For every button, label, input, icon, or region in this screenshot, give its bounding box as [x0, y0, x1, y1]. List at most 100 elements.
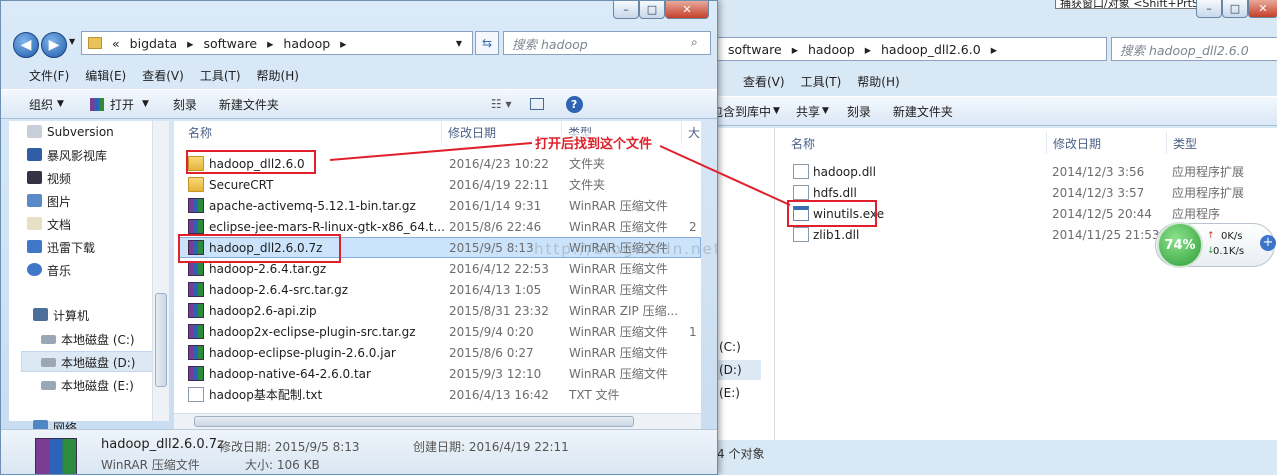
- nav-item-documents[interactable]: 文档: [27, 214, 71, 234]
- breadcrumb-hadoop-dll[interactable]: hadoop_dll2.6.0: [881, 42, 981, 57]
- file-date: 2016/4/13 16:42: [449, 387, 549, 402]
- preview-pane-icon[interactable]: [529, 98, 544, 110]
- video-library-icon: [27, 148, 42, 161]
- nav-scrollbar[interactable]: [152, 121, 169, 421]
- nav-item-drive-e[interactable]: 本地磁盘 (E:): [41, 375, 134, 395]
- annotation-label: 打开后找到这个文件: [535, 133, 653, 152]
- file-name: hadoop基本配制.txt: [209, 388, 323, 402]
- minimize-button[interactable]: –: [613, 1, 639, 19]
- file-name: apache-activemq-5.12.1-bin.tar.gz: [209, 198, 416, 213]
- nav-item-e[interactable]: (E:): [719, 386, 740, 400]
- nav-item-subversion[interactable]: Subversion: [27, 122, 114, 142]
- new-folder-button[interactable]: 新建文件夹: [219, 96, 279, 113]
- back-button[interactable]: ◀: [13, 32, 39, 58]
- menu-tools[interactable]: 工具(T): [200, 67, 241, 84]
- file-row[interactable]: apache-activemq-5.12.1-bin.tar.gz 2016/1/…: [174, 195, 701, 216]
- file-date: 2015/8/6 22:46: [449, 219, 542, 234]
- nav-item-drive-c[interactable]: 本地磁盘 (C:): [41, 329, 135, 349]
- address-bar[interactable]: software ▸ hadoop ▸ hadoop_dll2.6.0 ▸: [717, 37, 1107, 61]
- file-row[interactable]: hadoop-eclipse-plugin-2.6.0.jar 2015/8/6 …: [174, 342, 701, 363]
- close-button[interactable]: ✕: [1248, 0, 1277, 18]
- breadcrumb-hadoop[interactable]: hadoop: [808, 42, 855, 57]
- file-date: 2014/12/5 20:44: [1052, 206, 1152, 221]
- file-date: 2016/4/12 22:53: [449, 261, 549, 276]
- dll-file-icon: [793, 185, 809, 200]
- open-button[interactable]: 打开: [110, 96, 134, 113]
- explorer-window-hadoop-dll: 捕获窗口/对象 <Shift+PrtSc> – □ ✕ software ▸ ha…: [716, 0, 1277, 475]
- drive-d-icon: [41, 358, 56, 367]
- nav-item-pictures[interactable]: 图片: [27, 191, 71, 211]
- include-in-library-button[interactable]: 包含到库中: [717, 103, 771, 120]
- dll-file-icon: [793, 227, 809, 242]
- search-icon[interactable]: ⌕: [691, 35, 698, 50]
- menu-help[interactable]: 帮助(H): [257, 67, 299, 84]
- address-bar[interactable]: « bigdata ▸ software ▸ hadoop ▸ ▼: [81, 31, 473, 55]
- minimize-button[interactable]: –: [1196, 0, 1222, 18]
- refresh-button[interactable]: ⇆: [475, 31, 499, 55]
- burn-button[interactable]: 刻录: [847, 103, 871, 120]
- breadcrumb-software[interactable]: software: [728, 42, 782, 57]
- search-input[interactable]: 搜索 hadoop: [503, 31, 711, 55]
- view-options-icon[interactable]: ☷ ▾: [491, 97, 512, 111]
- file-type: 应用程序: [1172, 207, 1221, 221]
- nav-item-music[interactable]: 音乐: [27, 260, 71, 280]
- menu-tools[interactable]: 工具(T): [801, 73, 842, 90]
- upload-arrow-icon: ↑: [1207, 231, 1215, 241]
- column-type[interactable]: 类型: [1167, 132, 1277, 154]
- menu-file[interactable]: 文件(F): [29, 67, 69, 84]
- nav-scroll-thumb[interactable]: [155, 293, 167, 387]
- menu-edit[interactable]: 编辑(E): [85, 67, 126, 84]
- file-type: WinRAR 压缩文件: [569, 367, 668, 381]
- column-name[interactable]: 名称: [182, 121, 442, 143]
- column-date[interactable]: 修改日期: [1047, 132, 1167, 154]
- maximize-button[interactable]: □: [1222, 0, 1248, 18]
- file-row[interactable]: hadoop.dll 2014/12/3 3:56 应用程序扩展: [775, 161, 1277, 182]
- folder-icon: [188, 177, 204, 192]
- menu-help[interactable]: 帮助(H): [857, 73, 899, 90]
- file-row[interactable]: hadoop-native-64-2.6.0.tar 2015/9/3 12:10…: [174, 363, 701, 384]
- nav-item-drive-d[interactable]: 本地磁盘 (D:): [41, 352, 135, 372]
- hscroll-thumb[interactable]: [194, 416, 634, 427]
- breadcrumb-software[interactable]: software: [203, 36, 257, 51]
- chevron-icon: ▸: [990, 41, 997, 57]
- close-button[interactable]: ✕: [665, 1, 709, 19]
- nav-item-videos[interactable]: 视频: [27, 168, 71, 188]
- nav-item-baofeng[interactable]: 暴风影视库: [27, 145, 107, 165]
- search-input[interactable]: 搜索 hadoop_dll2.6.0: [1111, 37, 1277, 61]
- file-row[interactable]: hadoop2.6-api.zip 2015/8/31 23:32 WinRAR Z…: [174, 300, 701, 321]
- menu-view[interactable]: 查看(V): [743, 73, 785, 90]
- share-button[interactable]: 共享: [796, 103, 820, 120]
- menu-view[interactable]: 查看(V): [142, 67, 184, 84]
- new-folder-button[interactable]: 新建文件夹: [893, 103, 953, 120]
- file-name: hadoop.dll: [813, 164, 876, 179]
- plus-icon[interactable]: +: [1260, 235, 1276, 251]
- breadcrumb-bigdata[interactable]: bigdata: [130, 36, 178, 51]
- winrar-large-icon: [35, 438, 77, 474]
- help-icon[interactable]: ?: [565, 95, 583, 113]
- file-row[interactable]: hadoop2x-eclipse-plugin-src.tar.gz 2015/9…: [174, 321, 701, 342]
- highlight-box-7z: [178, 234, 341, 263]
- subversion-icon: [27, 125, 42, 138]
- maximize-button[interactable]: □: [639, 1, 665, 19]
- forward-button[interactable]: ▶: [41, 32, 67, 58]
- file-row[interactable]: hadoop-2.6.4-src.tar.gz 2016/4/13 1:05 Win…: [174, 279, 701, 300]
- file-row[interactable]: SecureCRT 2016/4/19 22:11 文件夹: [174, 174, 701, 195]
- address-dropdown-icon[interactable]: ▼: [456, 39, 462, 48]
- command-bar: 组织 ▼ 打开 ▼ 刻录 新建文件夹 ☷ ▾ ?: [1, 89, 717, 119]
- burn-button[interactable]: 刻录: [173, 96, 197, 113]
- breadcrumb-hadoop[interactable]: hadoop: [283, 36, 330, 51]
- column-name[interactable]: 名称: [785, 132, 1047, 154]
- history-dropdown-icon[interactable]: ▼: [69, 37, 75, 46]
- nav-item-computer[interactable]: 计算机: [33, 305, 89, 325]
- nav-item-thunder-downloads[interactable]: 迅雷下载: [27, 237, 95, 257]
- file-row[interactable]: hadoop基本配制.txt 2016/4/13 16:42 TXT 文件: [174, 384, 701, 405]
- dropdown-arrow-icon: ▼: [141, 99, 149, 109]
- hscrollbar[interactable]: [174, 413, 701, 429]
- file-type: WinRAR ZIP 压缩...: [569, 304, 679, 318]
- organize-button[interactable]: 组织: [29, 96, 53, 113]
- file-date: 2015/8/31 23:32: [449, 303, 549, 318]
- column-size[interactable]: 大: [682, 121, 702, 143]
- nav-item-c[interactable]: (C:): [719, 340, 741, 354]
- file-type: WinRAR 压缩文件: [569, 199, 668, 213]
- breadcrumb-overflow[interactable]: «: [112, 36, 120, 51]
